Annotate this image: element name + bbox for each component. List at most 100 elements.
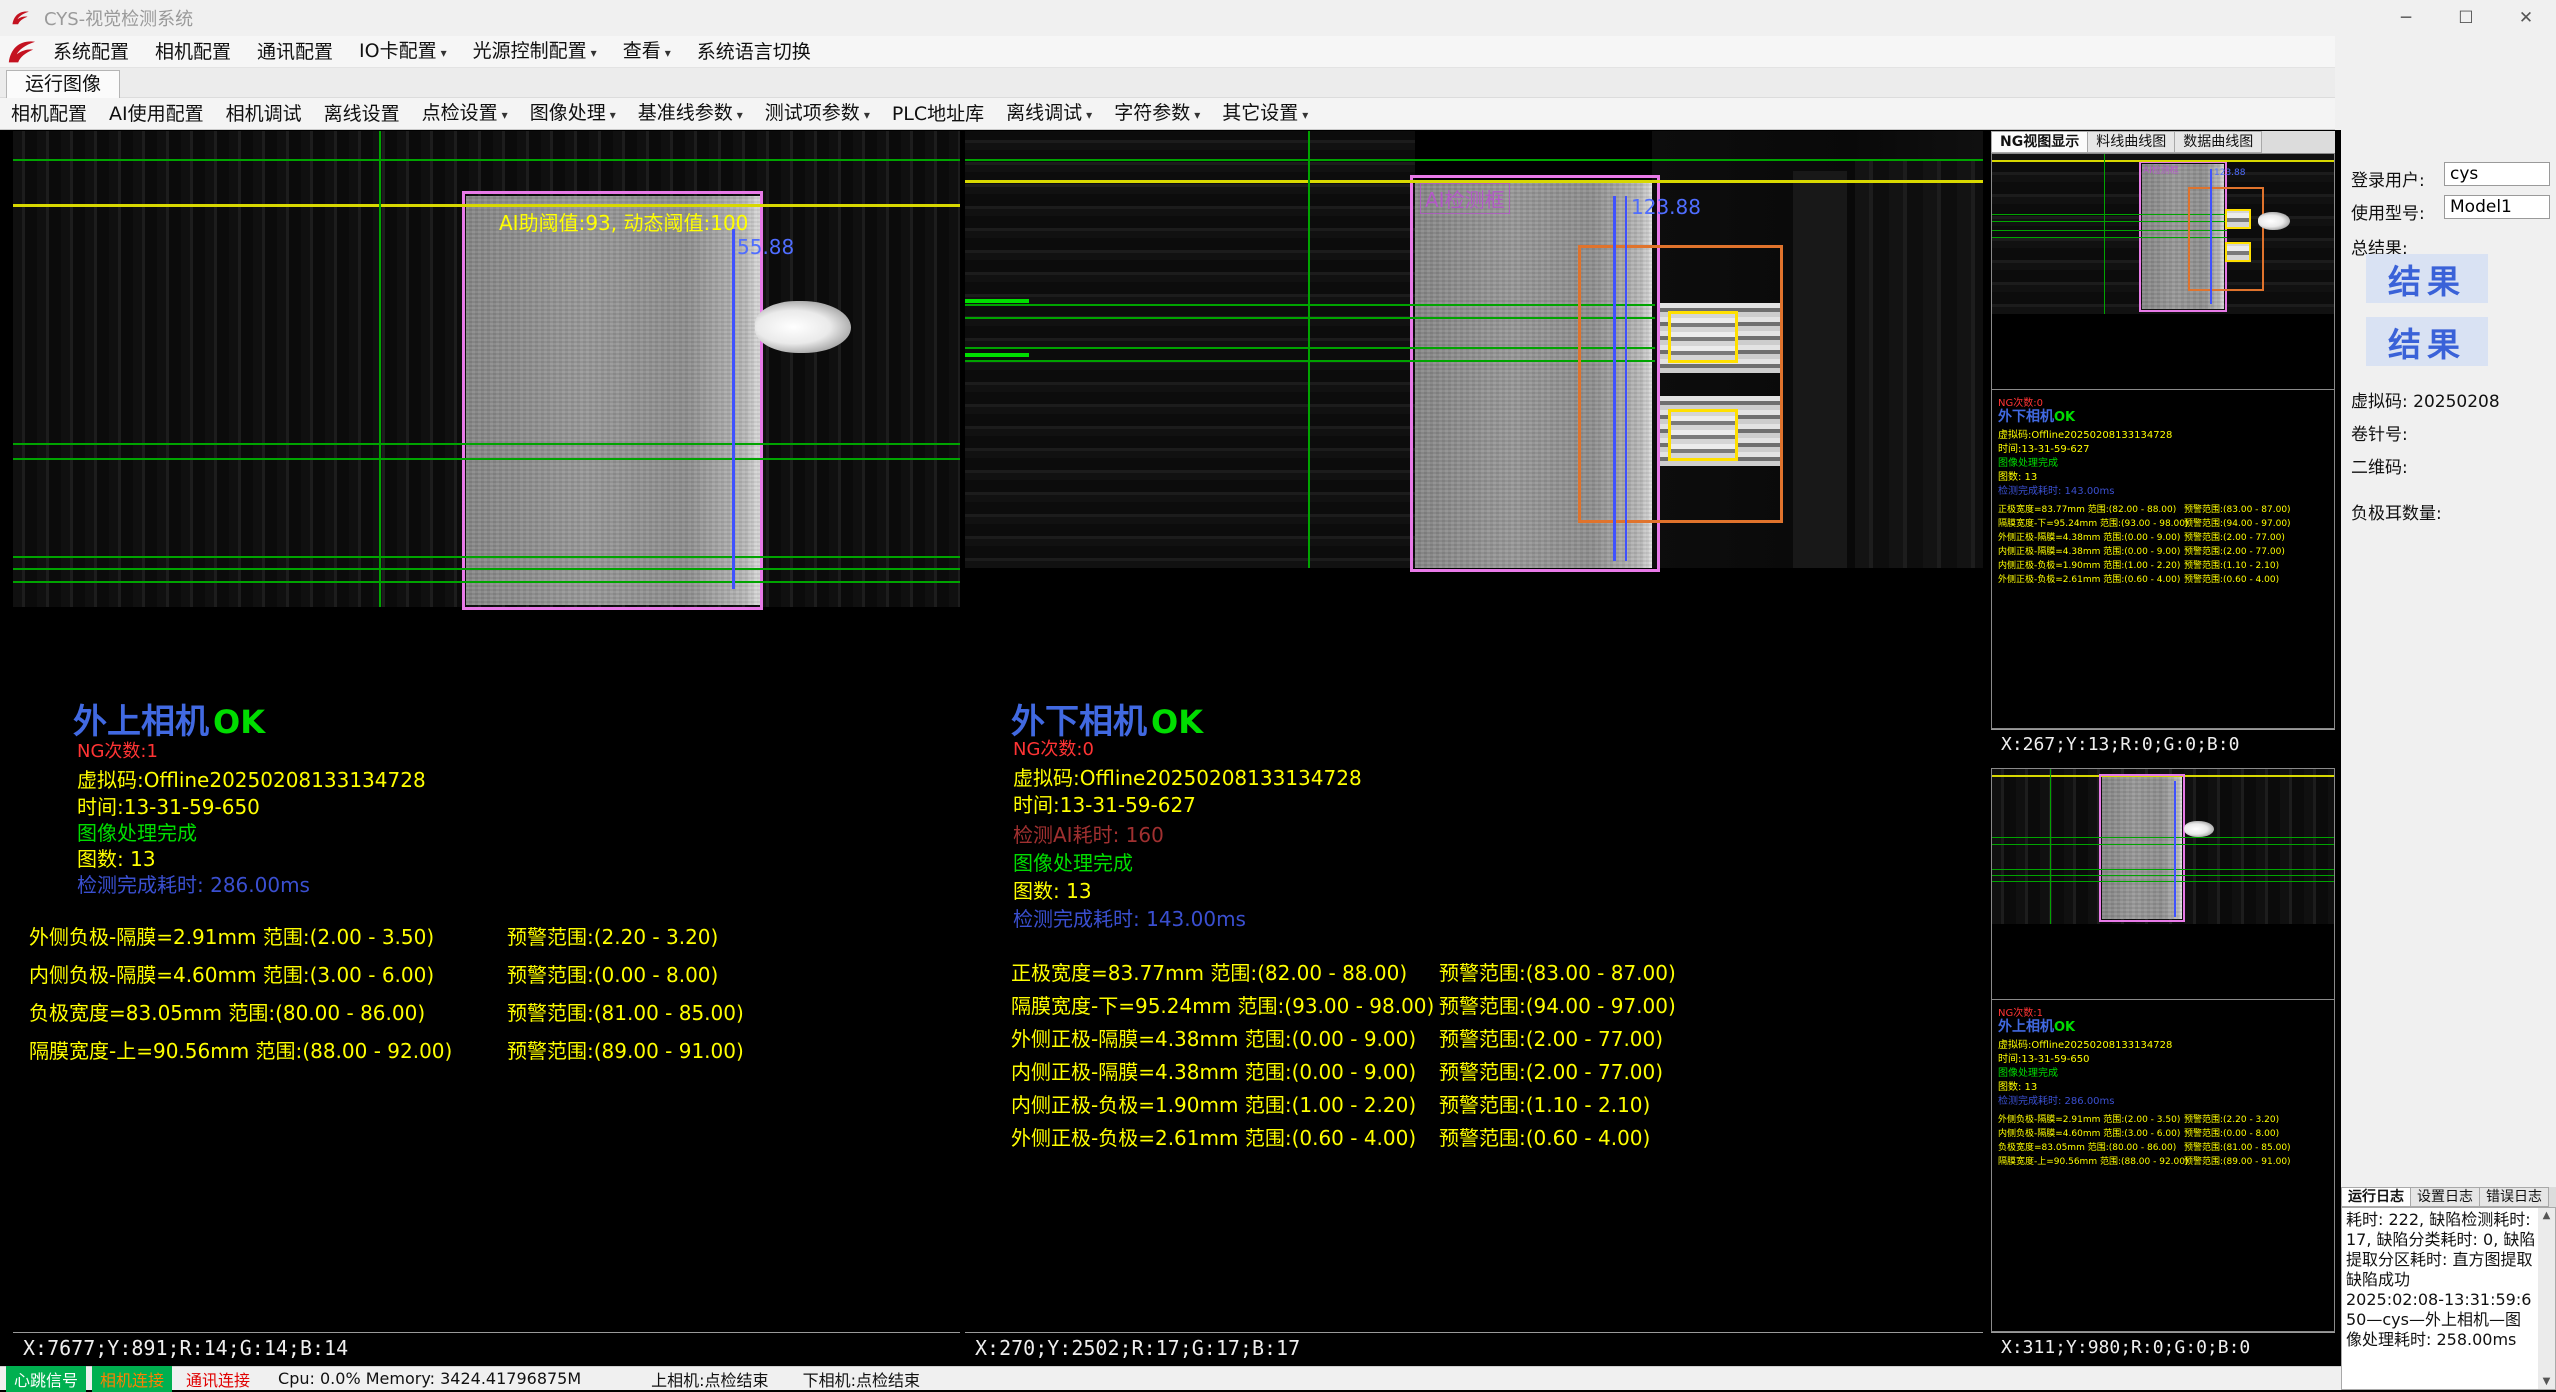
toolbar-camera-config[interactable]: 相机配置 (0, 98, 98, 130)
measurement-text: 内侧正极-负极=1.90mm 范围:(1.00 - 2.20) (1011, 1093, 1416, 1117)
green-edge-mark (965, 299, 1029, 303)
green-measure-line (1992, 844, 2335, 845)
green-measure-line (13, 458, 960, 460)
timestamp: 时间:13-31-59-650 (1998, 1050, 2089, 1065)
toolbar-offline-settings[interactable]: 离线设置 (313, 98, 411, 130)
virtual-code-label: 虚拟码: 20250208 (2351, 387, 2500, 412)
menu-item-comm-config[interactable]: 通讯配置 (244, 36, 346, 68)
camera-view-upper[interactable]: AI助阈值:93, 动态阈值:100 55.88 外上相机OK NG次数:1 虚… (13, 131, 960, 1332)
camera-result-title: 外上相机OK (73, 694, 265, 743)
elapsed-time: 检测完成耗时: 143.00ms (1998, 482, 2115, 497)
tab-ng-view[interactable]: NG视图显示 (1991, 131, 2088, 153)
warning-range-text: 预警范围:(89.00 - 91.00) (507, 1035, 744, 1064)
measurement-text: 隔膜宽度-下=95.24mm 范围:(93.00 - 98.00) (1011, 994, 1434, 1018)
measurement-row: 外侧正极-负极=2.61mm 范围:(0.60 - 4.00) 预警范围:(0.… (1011, 1122, 1971, 1151)
measurement-row: 外侧负极-隔膜=2.91mm 范围:(2.00 - 3.50)预警范围:(2.2… (1998, 1112, 2330, 1125)
machine-background (965, 131, 1415, 568)
green-measure-line (1992, 837, 2335, 838)
ok-badge: OK (213, 703, 265, 741)
app-logo-icon (10, 8, 30, 28)
timestamp: 时间:13-31-59-627 (1998, 440, 2089, 455)
log-area[interactable]: 耗时: 222, 缺陷检测耗时: 17, 缺陷分类耗时: 0, 缺陷提取分区耗时… (2341, 1207, 2556, 1390)
toolbar-plc-address-lib[interactable]: PLC地址库 (881, 98, 995, 130)
timestamp: 时间:13-31-59-627 (1013, 789, 1196, 818)
scroll-up-icon[interactable]: ▲ (2543, 1208, 2551, 1223)
model-input[interactable] (2444, 195, 2550, 219)
metal-part (2258, 212, 2290, 230)
dropdown-arrow-icon: ▾ (441, 46, 447, 60)
menu-item-light-control-config[interactable]: 光源控制配置▾ (460, 35, 610, 69)
anode-tab-count-label: 负极耳数量: (2351, 499, 2442, 524)
tab-settings-log[interactable]: 设置日志 (2411, 1187, 2480, 1207)
camera-view-lower[interactable]: AI检测框 123.88 外下相机OK NG次数:0 虚拟码:Offline20… (965, 131, 1983, 1332)
menu-item-camera-config[interactable]: 相机配置 (142, 36, 244, 68)
log-scrollbar[interactable]: ▲ ▼ (2538, 1208, 2555, 1389)
toolbar-ai-use-config[interactable]: AI使用配置 (98, 98, 215, 130)
preview-scene-upper[interactable] (1991, 768, 2335, 1000)
green-measure-line (965, 304, 1655, 306)
frame-count: 图数: 13 (1998, 468, 2037, 483)
green-measure-line (13, 443, 960, 445)
warning-range-text: 预警范围:(2.00 - 77.00) (1439, 1023, 1663, 1052)
edge-measure-value: 123.88 (1631, 195, 1701, 219)
green-measure-line (965, 317, 1655, 319)
toolbar-offline-debug[interactable]: 离线调试▾ (995, 97, 1103, 131)
warning-range-text: 预警范围:(0.00 - 8.00) (507, 959, 718, 988)
measurement-row: 正极宽度=83.77mm 范围:(82.00 - 88.00) 预警范围:(83… (1011, 957, 1971, 986)
measurement-row: 内侧负极-隔膜=4.60mm 范围:(3.00 - 6.00)预警范围:(0.0… (1998, 1126, 2330, 1139)
warning-range-text: 预警范围:(81.00 - 85.00) (507, 997, 744, 1026)
close-button[interactable]: ✕ (2496, 0, 2556, 36)
maximize-button[interactable]: ☐ (2436, 0, 2496, 36)
measurement-row: 隔膜宽度-下=95.24mm 范围:(93.00 - 98.00)预警范围:(9… (1998, 516, 2330, 529)
magenta-roi-box (462, 191, 763, 610)
frame-count: 图数: 13 (1013, 875, 1092, 904)
toolbar: 相机配置 AI使用配置 相机调试 离线设置 点检设置▾ 图像处理▾ 基准线参数▾… (0, 98, 2341, 130)
camera-name: 外上相机 (73, 702, 209, 742)
dropdown-arrow-icon: ▾ (610, 108, 616, 122)
preview-tabs: NG视图显示 料线曲线图 数据曲线图 (1991, 131, 2335, 153)
toolbar-char-params[interactable]: 字符参数▾ (1103, 97, 1211, 131)
toolbar-spot-check[interactable]: 点检设置▾ (411, 97, 519, 131)
measurement-text: 外侧负极-隔膜=2.91mm 范围:(2.00 - 3.50) (29, 925, 434, 949)
info-panel: 登录用户: 使用型号: 总结果: 结果 结果 虚拟码: 20250208 卷针号… (2341, 36, 2556, 1187)
cpu-memory-status: Cpu: 0.0% Memory: 3424.41796875M (278, 1369, 581, 1388)
ai-detect-box-label: AI检测框 (1420, 183, 1510, 214)
virtual-code-value: 20250208 (2413, 392, 2500, 412)
green-measure-line (965, 360, 1655, 362)
menu-item-system-config[interactable]: 系统配置 (40, 36, 142, 68)
yellow-baseline (1992, 160, 2335, 162)
scroll-down-icon[interactable]: ▼ (2543, 1374, 2551, 1389)
frame-count: 图数: 13 (1998, 1078, 2037, 1093)
tab-data-curve[interactable]: 数据曲线图 (2175, 131, 2262, 153)
tab-error-log[interactable]: 错误日志 (2480, 1187, 2549, 1207)
measurement-row: 内侧正极-隔膜=4.38mm 范围:(0.00 - 9.00) 预警范围:(2.… (1011, 1056, 1971, 1085)
login-user-input[interactable] (2444, 162, 2550, 186)
green-edge-mark (965, 353, 1029, 357)
warning-range-text: 预警范围:(83.00 - 87.00) (1439, 957, 1676, 986)
tab-run-image[interactable]: 运行图像 (6, 70, 120, 98)
warning-range-text: 预警范围:(1.10 - 2.10) (1439, 1089, 1650, 1118)
preview-scene-lower[interactable]: AI检测框 123.88 (1991, 153, 2335, 390)
yellow-tab-box (2225, 209, 2251, 229)
menu-item-io-card-config[interactable]: IO卡配置▾ (346, 35, 460, 69)
toolbar-baseline-params[interactable]: 基准线参数▾ (627, 97, 754, 131)
pixel-coords-preview-bottom: X:311;Y:980;R:0;G:0;B:0 (1991, 1332, 2335, 1362)
toolbar-test-item-params[interactable]: 测试项参数▾ (754, 97, 881, 131)
green-vertical-line (2050, 769, 2051, 924)
tab-line-curve[interactable]: 料线曲线图 (2088, 131, 2175, 153)
result-display-upper: 结果 (2366, 254, 2488, 303)
tab-run-log[interactable]: 运行日志 (2341, 1187, 2411, 1207)
toolbar-image-processing[interactable]: 图像处理▾ (519, 97, 627, 131)
measurement-row: 外侧正极-隔膜=4.38mm 范围:(0.00 - 9.00) 预警范围:(2.… (1011, 1023, 1971, 1052)
process-done: 图像处理完成 (1998, 454, 2058, 469)
minimize-button[interactable]: ─ (2376, 0, 2436, 36)
measurement-text: 内侧负极-隔膜=4.60mm 范围:(3.00 - 6.00) (29, 963, 434, 987)
virtual-code: 虚拟码:Offline20250208133134728 (1998, 1036, 2172, 1051)
menu-item-language-switch[interactable]: 系统语言切换 (684, 36, 824, 68)
yellow-tab-box (2225, 242, 2251, 262)
measurement-row: 隔膜宽度-上=90.56mm 范围:(88.00 - 92.00)预警范围:(8… (1998, 1154, 2330, 1167)
green-baseline (13, 159, 960, 161)
menu-item-view[interactable]: 查看▾ (610, 35, 684, 69)
toolbar-other-settings[interactable]: 其它设置▾ (1211, 97, 1319, 131)
toolbar-camera-debug[interactable]: 相机调试 (215, 98, 313, 130)
